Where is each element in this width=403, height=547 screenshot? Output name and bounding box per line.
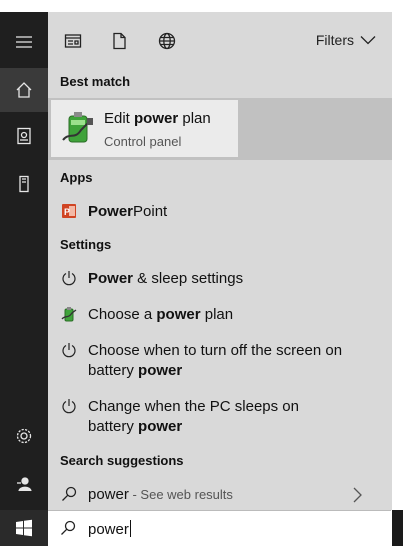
globe-icon xyxy=(158,32,176,50)
left-rail xyxy=(0,12,48,546)
app-item-label: PowerPoint xyxy=(88,203,168,220)
power-icon xyxy=(60,269,78,287)
home-button[interactable] xyxy=(0,68,48,112)
search-suggestion-item[interactable]: power - See web results xyxy=(60,485,380,505)
taskbar-edge xyxy=(392,510,403,546)
documents-filter-button[interactable] xyxy=(108,30,130,52)
power-plan-icon xyxy=(60,305,78,323)
section-settings: Settings xyxy=(60,237,112,252)
chevron-right-icon xyxy=(353,487,362,503)
gear-icon xyxy=(16,428,32,444)
hamburger-menu-button[interactable] xyxy=(0,20,48,64)
svg-text:P: P xyxy=(64,207,70,217)
settings-item-screen-off[interactable]: Choose when to turn off the screen on ba… xyxy=(60,341,342,381)
best-match-subtitle: Control panel xyxy=(104,134,182,149)
settings-item-label: Choose a power plan xyxy=(88,306,234,323)
settings-item-choose-power-plan[interactable]: Choose a power plan xyxy=(60,305,233,325)
settings-item-label: Change when the PC sleeps on battery pow… xyxy=(88,398,299,435)
filter-toolbar: Filters xyxy=(48,12,392,70)
feedback-button[interactable] xyxy=(0,462,48,506)
chevron-down-icon xyxy=(360,36,376,45)
settings-item-label: Power & sleep settings xyxy=(88,270,244,287)
filters-dropdown[interactable]: Filters xyxy=(316,32,376,48)
best-match-title: Edit power plan xyxy=(104,110,211,127)
notebook-icon xyxy=(17,127,31,145)
search-icon xyxy=(61,520,76,535)
settings-item-label: Choose when to turn off the screen on ba… xyxy=(88,342,343,379)
power-icon xyxy=(60,341,78,359)
powerpoint-icon: P xyxy=(60,202,78,220)
home-icon xyxy=(16,82,32,98)
start-button[interactable] xyxy=(0,510,48,546)
search-icon xyxy=(60,485,78,503)
apps-filter-button[interactable] xyxy=(62,30,84,52)
section-search-suggestions: Search suggestions xyxy=(60,453,184,468)
text-caret xyxy=(129,520,131,537)
search-box[interactable]: power xyxy=(48,510,391,547)
app-window-icon xyxy=(64,34,82,48)
settings-item-power-sleep[interactable]: Power & sleep settings xyxy=(60,269,243,289)
filters-label: Filters xyxy=(315,32,354,48)
settings-item-pc-sleeps[interactable]: Change when the PC sleeps on battery pow… xyxy=(60,397,299,437)
suggestion-label: power - See web results xyxy=(88,486,233,503)
search-input[interactable]: power xyxy=(88,520,131,538)
power-options-icon xyxy=(62,112,93,143)
power-icon xyxy=(60,397,78,415)
document-icon xyxy=(113,32,126,50)
section-best-match: Best match xyxy=(60,74,131,89)
tower-button[interactable] xyxy=(0,162,48,206)
section-apps: Apps xyxy=(60,170,93,185)
windows-icon xyxy=(16,519,32,537)
tower-icon xyxy=(19,175,29,193)
app-item-powerpoint[interactable]: P PowerPoint xyxy=(60,202,167,222)
hamburger-icon xyxy=(16,36,32,48)
best-match-item-edit-power-plan[interactable]: Edit power plan Control panel xyxy=(51,100,238,157)
notebook-button[interactable] xyxy=(0,114,48,158)
web-filter-button[interactable] xyxy=(156,30,178,52)
feedback-icon xyxy=(17,477,32,492)
search-results-panel: Filters Best match Edit power plan Contr… xyxy=(48,12,392,510)
settings-button[interactable] xyxy=(0,414,48,458)
